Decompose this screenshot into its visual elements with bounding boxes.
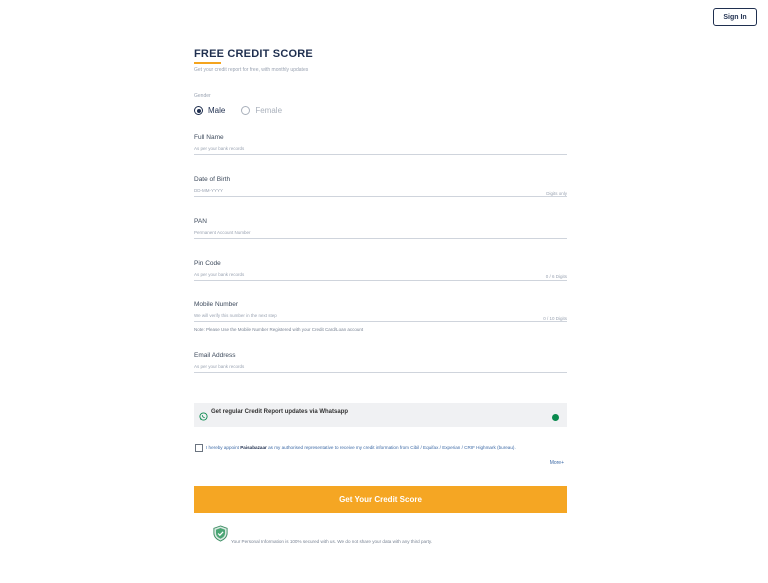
mobile-field: Mobile Number We will verify this number… <box>194 301 567 322</box>
pin-code-placeholder: As per your bank records <box>194 272 245 277</box>
dob-input[interactable]: DD-MM-YYYY Digits only <box>194 186 567 197</box>
pan-placeholder: Permanent Account Number <box>194 230 251 235</box>
gender-radio-group: Male Female <box>194 106 282 115</box>
pan-label: PAN <box>194 218 207 225</box>
mobile-hint: 0 / 10 Digits <box>543 316 567 321</box>
consent-more-link[interactable]: More+ <box>550 460 564 466</box>
pin-code-hint: 0 / 6 Digits <box>545 274 567 279</box>
email-field: Email Address As per your bank records <box>194 352 567 373</box>
full-name-placeholder: As per your bank records <box>194 146 245 151</box>
whatsapp-updates-row: Get regular Credit Report updates via Wh… <box>194 403 567 427</box>
pin-code-input[interactable]: As per your bank records 0 / 6 Digits <box>194 270 567 281</box>
email-input[interactable]: As per your bank records <box>194 362 567 373</box>
email-placeholder: As per your bank records <box>194 364 245 369</box>
whatsapp-icon <box>199 412 208 421</box>
gender-female-radio[interactable] <box>241 106 251 115</box>
consent-text: I hereby appoint Paisabazaar as my autho… <box>206 444 566 451</box>
dob-field: Date of Birth DD-MM-YYYY Digits only <box>194 176 567 197</box>
full-name-input[interactable]: As per your bank records <box>194 144 567 155</box>
whatsapp-toggle[interactable] <box>552 414 559 421</box>
mobile-note: Note: Please Use the Mobile Number Regis… <box>194 327 364 332</box>
dob-hint: Digits only <box>546 191 567 196</box>
dob-placeholder: DD-MM-YYYY <box>194 188 223 193</box>
dob-label: Date of Birth <box>194 176 231 183</box>
consent-suffix: as my authorised representative to recei… <box>266 445 516 450</box>
full-name-label: Full Name <box>194 134 224 141</box>
whatsapp-updates-label: Get regular Credit Report updates via Wh… <box>211 409 349 415</box>
email-label: Email Address <box>194 352 236 359</box>
page-subtitle: Get your credit report for free, with mo… <box>194 67 309 73</box>
radio-selected-dot <box>196 108 201 113</box>
mobile-label: Mobile Number <box>194 301 239 308</box>
pin-code-label: Pin Code <box>194 260 221 267</box>
pin-code-field: Pin Code As per your bank records 0 / 6 … <box>194 260 567 281</box>
consent-checkbox[interactable] <box>195 444 203 452</box>
gender-male-label[interactable]: Male <box>208 106 225 115</box>
security-notice: Your Personal Information is 100% secure… <box>231 539 433 544</box>
pan-input[interactable]: Permanent Account Number <box>194 228 567 239</box>
shield-check-icon <box>213 525 228 542</box>
sign-in-button[interactable]: Sign In <box>713 8 757 26</box>
gender-female-label[interactable]: Female <box>255 106 282 115</box>
title-underline <box>194 62 221 64</box>
page-title: FREE CREDIT SCORE <box>194 48 313 60</box>
consent-brand: Paisabazaar <box>240 445 267 450</box>
pan-field: PAN Permanent Account Number <box>194 218 567 239</box>
mobile-input[interactable]: We will verify this number in the next s… <box>194 311 567 322</box>
full-name-field: Full Name As per your bank records <box>194 134 567 155</box>
consent-prefix: I hereby appoint <box>206 445 241 450</box>
gender-label: Gender <box>194 93 211 99</box>
get-credit-score-button[interactable]: Get Your Credit Score <box>194 486 567 513</box>
gender-male-radio[interactable] <box>194 106 203 115</box>
mobile-placeholder: We will verify this number in the next s… <box>194 313 277 318</box>
